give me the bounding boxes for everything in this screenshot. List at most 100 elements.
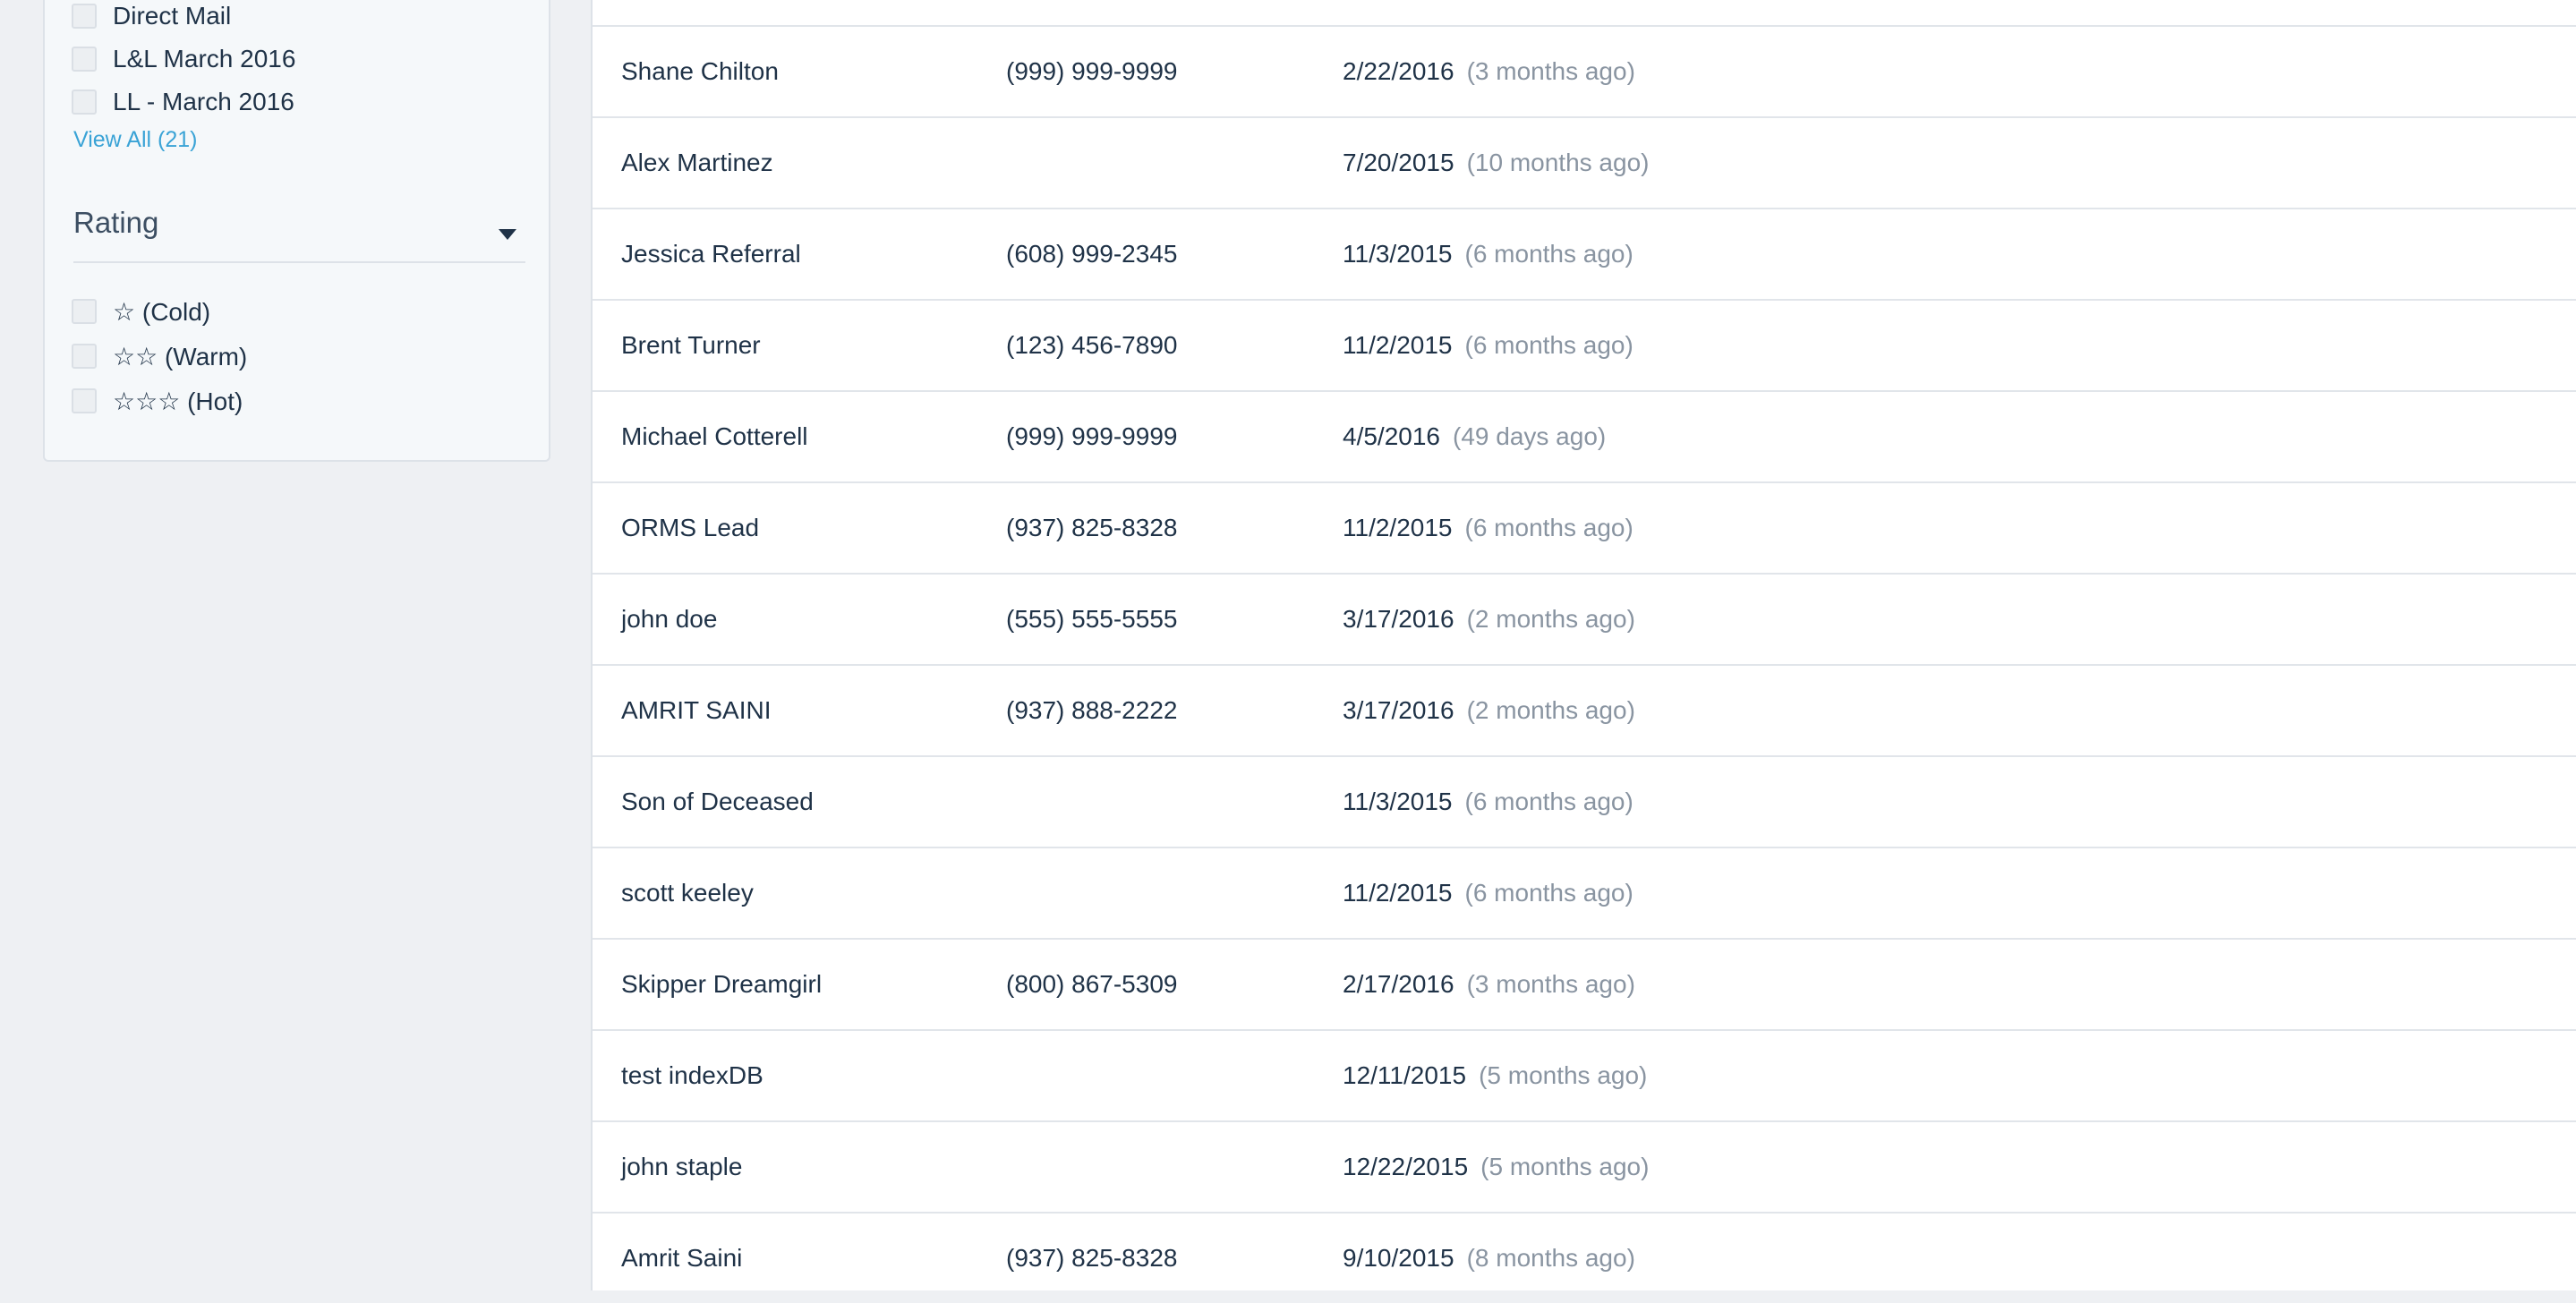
lead-date-value: 3/17/2016 [1343, 605, 1454, 633]
lead-phone: (800) 867-5309 [1006, 970, 1178, 998]
lead-date-value: 11/3/2015 [1343, 788, 1453, 815]
lead-name: Son of Deceased [621, 788, 814, 815]
rating-option-hot[interactable]: ☆☆☆ (Hot) [72, 383, 243, 419]
view-all-link[interactable]: View All (21) [73, 127, 198, 153]
lead-date-value: 12/11/2015 [1343, 1061, 1467, 1089]
rating-option-label: ☆☆☆ (Hot) [113, 387, 243, 415]
table-row[interactable]: Michael Cotterell (999) 999-9999 4/5/201… [593, 390, 2576, 481]
lead-date-relative: (6 months ago) [1464, 240, 1633, 268]
lead-name: Shane Chilton [621, 57, 779, 85]
rating-section-title: Rating [73, 206, 159, 239]
lead-date: 3/17/2016 (2 months ago) [1343, 575, 1635, 664]
table-row[interactable]: Shane Chilton (999) 999-9999 2/22/2016 (3… [593, 25, 2576, 116]
checkbox[interactable] [72, 388, 97, 413]
lead-date: 12/11/2015 (5 months ago) [1343, 1031, 1647, 1120]
lead-date-relative: (2 months ago) [1466, 605, 1635, 633]
lead-date-value: 11/2/2015 [1343, 331, 1453, 359]
lead-date-relative: (6 months ago) [1464, 331, 1633, 359]
lead-phone: (123) 456-7890 [1006, 331, 1178, 359]
lead-date-value: 12/22/2015 [1343, 1153, 1469, 1180]
lead-name: Michael Cotterell [621, 422, 808, 450]
lead-date: 4/5/2016 (49 days ago) [1343, 392, 1606, 481]
lead-name: john doe [621, 605, 718, 633]
lead-phone: (999) 999-9999 [1006, 57, 1178, 85]
lead-name: scott keeley [621, 879, 754, 907]
lead-date: 11/2/2015 (6 months ago) [1343, 301, 1633, 390]
lead-date: 2/17/2016 (3 months ago) [1343, 940, 1635, 1029]
caret-down-icon[interactable] [499, 229, 516, 240]
lead-name: Alex Martinez [621, 149, 773, 176]
table-row[interactable]: test indexDB 12/11/2015 (5 months ago) [593, 1029, 2576, 1120]
lead-name: Brent Turner [621, 331, 761, 359]
lead-date: 11/2/2015 (6 months ago) [1343, 483, 1633, 573]
lead-name: test indexDB [621, 1061, 763, 1089]
lead-date-value: 3/17/2016 [1343, 696, 1454, 724]
lead-date: 11/2/2015 (6 months ago) [1343, 848, 1633, 938]
lead-date-relative: (6 months ago) [1464, 514, 1633, 541]
lead-date: 9/10/2015 (8 months ago) [1343, 1214, 1635, 1303]
checkbox[interactable] [72, 4, 97, 29]
table-row[interactable]: john staple 12/22/2015 (5 months ago) [593, 1120, 2576, 1212]
checkbox[interactable] [72, 344, 97, 369]
lead-date-value: 4/5/2016 [1343, 422, 1440, 450]
lead-date-relative: (6 months ago) [1464, 879, 1633, 907]
table-row[interactable]: Alex Martinez 7/20/2015 (10 months ago) [593, 116, 2576, 208]
lead-date-relative: (2 months ago) [1466, 696, 1635, 724]
lead-date-relative: (3 months ago) [1466, 970, 1635, 998]
checkbox[interactable] [72, 299, 97, 324]
lead-phone: (608) 999-2345 [1006, 240, 1178, 268]
table-row[interactable]: Skipper Dreamgirl (800) 867-5309 2/17/20… [593, 938, 2576, 1029]
lead-name: john staple [621, 1153, 743, 1180]
lead-date-value: 11/2/2015 [1343, 879, 1453, 907]
lead-date-relative: (49 days ago) [1453, 422, 1607, 450]
lead-name: ORMS Lead [621, 514, 760, 541]
rating-section-header[interactable]: Rating [73, 204, 525, 263]
rating-option-warm[interactable]: ☆☆ (Warm) [72, 338, 247, 374]
table-row[interactable]: Son of Deceased 11/3/2015 (6 months ago) [593, 755, 2576, 847]
lead-date-relative: (8 months ago) [1466, 1244, 1635, 1272]
rating-option-label: ☆☆ (Warm) [113, 342, 248, 370]
filter-option-label: LL - March 2016 [113, 88, 294, 115]
lead-name: Jessica Referral [621, 240, 801, 268]
lead-date: 11/3/2015 (6 months ago) [1343, 209, 1633, 299]
lead-name: Amrit Saini [621, 1244, 743, 1272]
lead-name: AMRIT SAINI [621, 696, 772, 724]
lead-phone: (555) 555-5555 [1006, 605, 1178, 633]
table-row[interactable]: Amrit Saini (937) 825-8328 9/10/2015 (8 m… [593, 1212, 2576, 1303]
table-row[interactable]: Jessica Referral (608) 999-2345 11/3/201… [593, 208, 2576, 299]
lead-date-value: 11/3/2015 [1343, 240, 1453, 268]
lead-date-value: 9/10/2015 [1343, 1244, 1454, 1272]
lead-date: 3/17/2016 (2 months ago) [1343, 666, 1635, 755]
filter-option-ll-dash-march-2016[interactable]: LL - March 2016 [72, 84, 294, 120]
table-row[interactable]: Brent Turner (123) 456-7890 11/2/2015 (6 … [593, 299, 2576, 390]
lead-date-value: 11/2/2015 [1343, 514, 1453, 541]
lead-phone: (937) 825-8328 [1006, 514, 1178, 541]
lead-date: 12/22/2015 (5 months ago) [1343, 1122, 1649, 1212]
table-row[interactable]: john doe (555) 555-5555 3/17/2016 (2 mont… [593, 573, 2576, 664]
lead-date-relative: (5 months ago) [1480, 1153, 1650, 1180]
lead-name: Skipper Dreamgirl [621, 970, 823, 998]
table-row[interactable]: ORMS Lead (937) 825-8328 11/2/2015 (6 mon… [593, 481, 2576, 573]
lead-date-relative: (3 months ago) [1466, 57, 1635, 85]
table-row[interactable]: scott keeley 11/2/2015 (6 months ago) [593, 847, 2576, 938]
rating-option-label: ☆ (Cold) [113, 297, 211, 326]
lead-date-relative: (5 months ago) [1479, 1061, 1648, 1089]
checkbox[interactable] [72, 89, 97, 115]
filter-option-ll-march-2016[interactable]: L&L March 2016 [72, 41, 295, 77]
filter-option-direct-mail[interactable]: Direct Mail [72, 0, 231, 34]
table-row[interactable]: AMRIT SAINI (937) 888-2222 3/17/2016 (2 m… [593, 664, 2576, 755]
filter-option-label: Direct Mail [113, 2, 232, 30]
lead-phone: (999) 999-9999 [1006, 422, 1178, 450]
lead-date-relative: (10 months ago) [1466, 149, 1650, 176]
rating-option-cold[interactable]: ☆ (Cold) [72, 294, 210, 329]
lead-date: 11/3/2015 (6 months ago) [1343, 757, 1633, 847]
checkbox[interactable] [72, 47, 97, 72]
lead-date: 2/22/2016 (3 months ago) [1343, 27, 1635, 116]
filter-option-label: L&L March 2016 [113, 45, 296, 72]
lead-phone: (937) 825-8328 [1006, 1244, 1178, 1272]
lead-date-value: 2/22/2016 [1343, 57, 1454, 85]
leads-table: Shane Chilton (999) 999-9999 2/22/2016 (3… [591, 0, 2576, 1290]
filter-panel: Direct Mail L&L March 2016 LL - March 20… [43, 0, 550, 462]
lead-date: 7/20/2015 (10 months ago) [1343, 118, 1649, 208]
lead-phone: (937) 888-2222 [1006, 696, 1178, 724]
